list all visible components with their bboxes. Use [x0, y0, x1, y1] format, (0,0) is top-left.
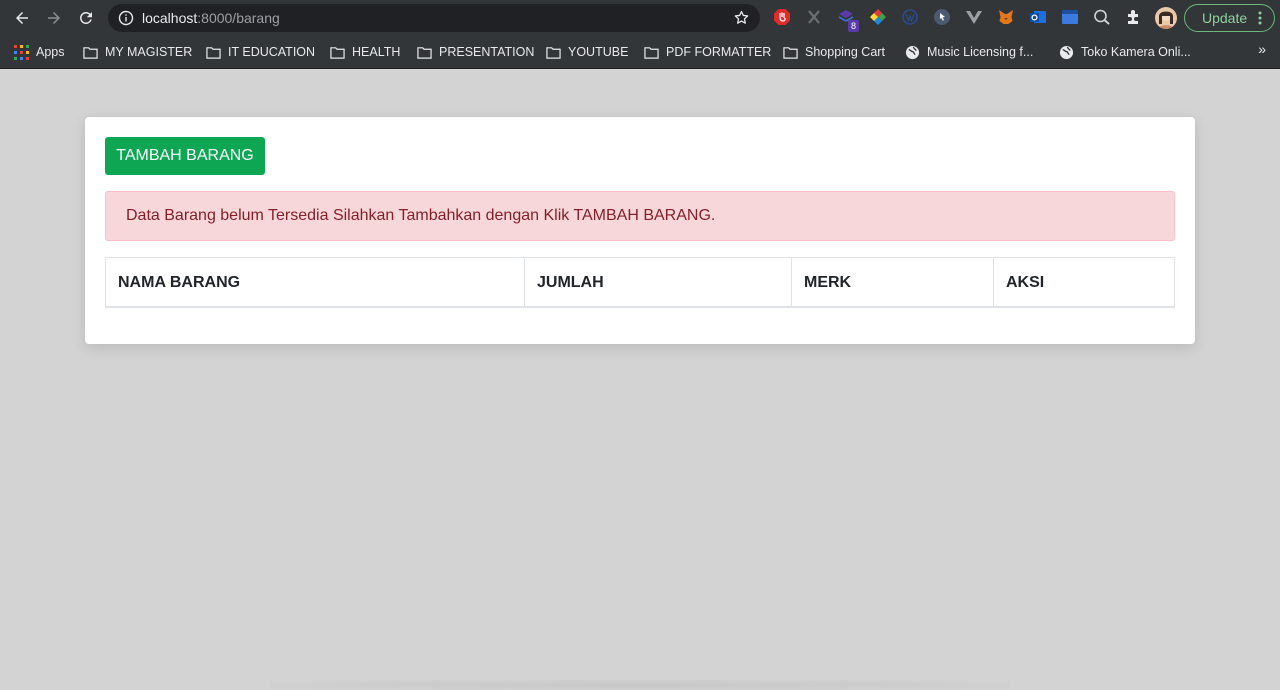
- folder-icon: [330, 46, 345, 59]
- globe-icon: [1059, 45, 1074, 59]
- column-header-aksi: AKSI: [1006, 274, 1045, 291]
- url-text[interactable]: localhost:8000/barang: [142, 10, 280, 26]
- folder-icon: [83, 46, 98, 59]
- alert-text: Data Barang belum Tersedia Silahkan Tamb…: [126, 207, 716, 224]
- address-bar[interactable]: localhost:8000/barang: [108, 4, 760, 32]
- update-label: Update: [1202, 10, 1248, 26]
- bookmark-youtube[interactable]: YOUTUBE: [546, 43, 628, 61]
- bookmark-shopping-cart[interactable]: Shopping Cart: [783, 43, 885, 61]
- globe-icon: [905, 45, 920, 59]
- column-header-merk: MERK: [792, 258, 994, 306]
- menu-dots-icon: [1258, 11, 1262, 25]
- color-picker-extension-icon[interactable]: [869, 8, 887, 26]
- wordpress-extension-icon[interactable]: [901, 8, 919, 26]
- bottom-shadow: [270, 680, 1010, 690]
- forward-button[interactable]: [42, 6, 66, 30]
- bookmark-label: IT EDUCATION: [228, 45, 316, 59]
- bookmark-label: MY MAGISTER: [105, 45, 193, 59]
- more-bookmarks-button[interactable]: »: [1258, 41, 1266, 57]
- folder-icon: [783, 46, 798, 59]
- x-extension-icon[interactable]: [805, 8, 823, 26]
- bookmark-star-icon[interactable]: [733, 9, 750, 26]
- outlook-extension-icon[interactable]: [1029, 8, 1047, 26]
- browser-toolbar: localhost:8000/barang 8 Update: [0, 0, 1280, 36]
- folder-icon: [546, 46, 561, 59]
- update-button[interactable]: Update: [1184, 4, 1275, 32]
- bookmark-my-magister[interactable]: MY MAGISTER: [83, 43, 192, 61]
- content-card: TAMBAH BARANG Data Barang belum Tersedia…: [85, 117, 1195, 344]
- bookmark-label: Toko Kamera Onli...: [1081, 45, 1191, 59]
- vue-extension-icon[interactable]: [965, 8, 983, 26]
- bookmark-it-education[interactable]: IT EDUCATION: [206, 43, 315, 61]
- extension-badge: 8: [848, 20, 859, 32]
- adblock-extension-icon[interactable]: [773, 8, 791, 26]
- folder-icon: [417, 46, 432, 59]
- bookmark-label: HEALTH: [352, 45, 401, 59]
- column-header-jumlah: JUMLAH: [525, 258, 792, 306]
- puzzle-extensions-icon[interactable]: [1125, 8, 1143, 26]
- bookmark-label: YOUTUBE: [568, 45, 629, 59]
- bookmark-toko-kamera[interactable]: Toko Kamera Onli...: [1059, 43, 1191, 61]
- empty-data-alert: Data Barang belum Tersedia Silahkan Tamb…: [105, 191, 1175, 241]
- tambah-barang-button[interactable]: TAMBAH BARANG: [105, 137, 265, 175]
- column-header-nama-barang: NAMA BARANG: [106, 258, 525, 306]
- cursor-extension-icon[interactable]: [933, 8, 951, 26]
- barang-table: NAMA BARANG JUMLAH MERK AKSI: [105, 257, 1175, 308]
- seo-extension-icon[interactable]: [1093, 8, 1111, 26]
- folder-icon: [206, 46, 221, 59]
- bookmark-pdf-formatter[interactable]: PDF FORMATTER: [644, 43, 771, 61]
- bookmark-music-licensing[interactable]: Music Licensing f...: [905, 43, 1033, 61]
- metamask-extension-icon[interactable]: [997, 8, 1015, 26]
- profile-avatar[interactable]: [1155, 7, 1177, 29]
- bookmark-label: Music Licensing f...: [927, 45, 1034, 59]
- bookmark-label: PRESENTATION: [439, 45, 535, 59]
- bookmark-apps[interactable]: Apps: [14, 43, 65, 61]
- bookmarks-bar: Apps MY MAGISTER IT EDUCATION HEALTH PRE…: [0, 36, 1280, 69]
- bookmark-label: Shopping Cart: [805, 45, 885, 59]
- folder-icon: [644, 46, 659, 59]
- forward-arrow-icon: [48, 12, 60, 24]
- url-host: localhost: [142, 10, 198, 26]
- bookmark-health[interactable]: HEALTH: [330, 43, 400, 61]
- reload-button[interactable]: [74, 6, 98, 30]
- info-icon[interactable]: [118, 10, 134, 26]
- bookmark-presentation[interactable]: PRESENTATION: [417, 43, 534, 61]
- window-extension-icon[interactable]: [1061, 8, 1079, 26]
- reload-icon: [79, 11, 92, 24]
- apps-grid-icon: [14, 44, 29, 60]
- back-arrow-icon: [16, 12, 28, 24]
- bookmark-label: PDF FORMATTER: [666, 45, 772, 59]
- url-path: :8000/barang: [197, 10, 280, 26]
- bookmark-label: Apps: [36, 45, 65, 59]
- back-button[interactable]: [10, 6, 34, 30]
